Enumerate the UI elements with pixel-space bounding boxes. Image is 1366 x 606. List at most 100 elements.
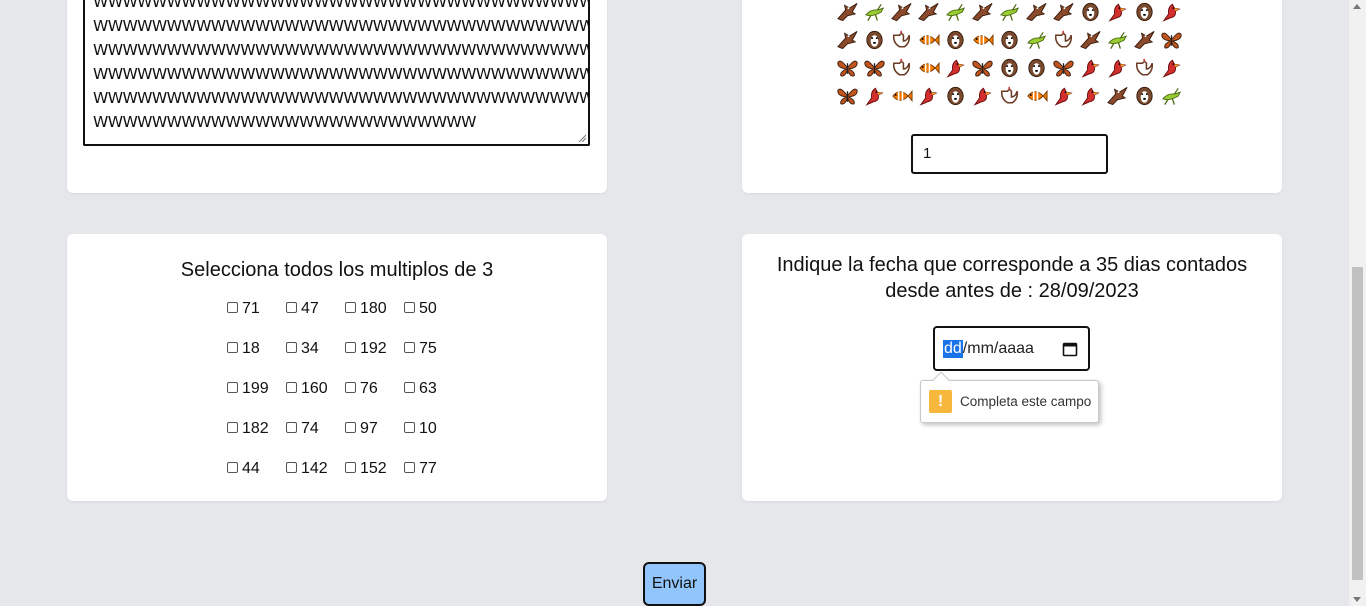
multiple-option[interactable]: 76 [345,380,404,420]
vertical-scrollbar[interactable] [1349,0,1366,606]
checkbox[interactable] [345,422,356,433]
checkbox-row: 182 74 97 10 [227,420,463,460]
checkbox[interactable] [345,462,356,473]
grasshopper-icon [861,0,888,24]
scroll-up-arrow-icon[interactable] [1353,4,1361,9]
checkbox-label: 76 [360,380,378,397]
checkbox[interactable] [286,302,297,313]
text-area-line: WWWWWWWWWWWWWWWWWWWWWWWWWWWWWWWWWWWWWWWW [93,65,588,83]
scroll-down-arrow-icon[interactable] [1353,597,1361,602]
checkbox[interactable] [404,342,415,353]
multiple-option[interactable]: 74 [286,420,345,460]
cardinal-icon [1104,0,1131,24]
checkbox[interactable] [404,422,415,433]
checkbox-label: 142 [301,460,328,477]
checkbox[interactable] [286,422,297,433]
checkbox-row: 44 142 152 77 [227,460,463,500]
checkbox[interactable] [345,302,356,313]
multiples-card: Selecciona todos los multiplos de 3 71 47… [67,234,607,501]
resize-handle-icon[interactable] [578,134,586,142]
checkbox[interactable] [227,422,238,433]
emoji-row [834,0,1185,28]
checkbox[interactable] [227,342,238,353]
checkbox[interactable] [286,462,297,473]
multiple-option[interactable]: 180 [345,300,404,340]
text-area-content: WWWWWWWWWWWWWWWWWWWWWWWWWWWWWWWWW WWWWWWW… [85,0,588,134]
multiple-option[interactable]: 34 [286,340,345,380]
multiple-option[interactable]: 50 [404,300,463,340]
multiple-option[interactable]: 199 [227,380,286,420]
grasshopper-icon [942,0,969,24]
multiple-option[interactable]: 18 [227,340,286,380]
multiple-option[interactable]: 97 [345,420,404,460]
checkbox[interactable] [404,462,415,473]
dog-icon [1131,84,1158,108]
checkbox[interactable] [227,382,238,393]
rooster-icon [996,84,1023,108]
multiple-option[interactable]: 63 [404,380,463,420]
multiple-option[interactable]: 77 [404,460,463,500]
multiple-option[interactable]: 142 [286,460,345,500]
multiple-option[interactable]: 75 [404,340,463,380]
text-area-line: WWWWWWWWWWWWWWWWWWWWWWWWWWWWWWWWWWWWWWWW [93,0,588,11]
checkbox[interactable] [345,342,356,353]
rooster-icon [888,28,915,52]
cardinal-icon [1077,84,1104,108]
date-input[interactable]: dd/mm/aaaa [933,326,1090,371]
butterfly-icon [861,56,888,80]
checkbox-label: 71 [242,300,260,317]
multiple-option[interactable]: 152 [345,460,404,500]
warning-icon: ! [929,390,952,413]
checkbox-label: 18 [242,340,260,357]
butterfly-icon [834,84,861,108]
captcha-answer-input[interactable]: 1 [911,134,1108,174]
multiple-option[interactable]: 160 [286,380,345,420]
checkbox[interactable] [286,342,297,353]
checkbox-row: 199 160 76 63 [227,380,463,420]
text-area-line: WWWWWWWWWWWWWWWWWWWWWWWWWWWWWWWWWWWWWWWW [93,89,588,107]
submit-button[interactable]: Enviar [643,562,706,606]
scroll-thumb[interactable] [1352,267,1363,580]
checkbox[interactable] [345,382,356,393]
checkbox[interactable] [404,302,415,313]
multiples-checkbox-grid: 71 47 180 50 18 34 192 75 199 160 76 63 182 74 97 10 44 1… [227,300,463,500]
multiple-option[interactable]: 71 [227,300,286,340]
textarea-card: WWWWWWWWWWWWWWWWWWWWWWWWWWWWWWWWW WWWWWWW… [67,0,607,193]
checkbox[interactable] [286,382,297,393]
checkbox[interactable] [404,382,415,393]
checkbox-label: 182 [242,420,269,437]
emoji-row [834,56,1185,84]
date-day-segment[interactable]: dd [943,339,963,358]
rooster-icon [1131,56,1158,80]
text-area-line: WWWWWWWWWWWWWWWWWWWWWWWWWWWWWWWWWWWWWWWW [93,17,588,35]
multiple-option[interactable]: 10 [404,420,463,460]
butterfly-icon [1050,56,1077,80]
validation-tooltip: ! Completa este campo [920,371,1099,423]
checkbox-label: 160 [301,380,328,397]
cardinal-icon [969,84,996,108]
checkbox[interactable] [227,462,238,473]
fish-icon [969,28,996,52]
date-card: Indique la fecha que corresponde a 35 di… [742,234,1282,501]
grasshopper-icon [1158,84,1185,108]
checkbox[interactable] [227,302,238,313]
butterfly-icon [1158,28,1185,52]
multiple-option[interactable]: 192 [345,340,404,380]
eagle-icon [834,28,861,52]
cardinal-icon [1077,56,1104,80]
cardinal-icon [1050,84,1077,108]
fish-icon [915,28,942,52]
cardinal-icon [1158,56,1185,80]
checkbox-label: 63 [419,380,437,397]
checkbox-label: 192 [360,340,387,357]
cardinal-icon [915,84,942,108]
text-area[interactable]: WWWWWWWWWWWWWWWWWWWWWWWWWWWWWWWWW WWWWWWW… [83,0,590,146]
multiple-option[interactable]: 47 [286,300,345,340]
multiple-option[interactable]: 182 [227,420,286,460]
multiple-option[interactable]: 44 [227,460,286,500]
dog-icon [942,28,969,52]
eagle-icon [1131,28,1158,52]
calendar-icon[interactable] [1062,341,1078,357]
date-month-year-segment[interactable]: /mm/aaaa [963,340,1034,358]
date-question-title: Indique la fecha que corresponde a 35 di… [776,254,1248,302]
